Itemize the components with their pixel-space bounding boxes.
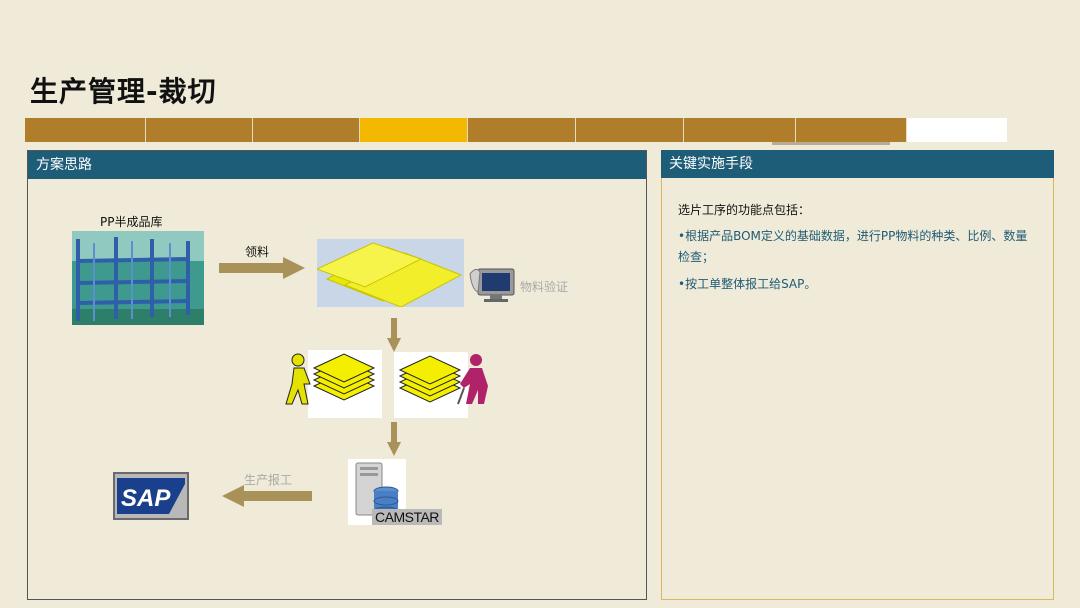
arrow-down-icon bbox=[387, 422, 401, 456]
progress-bar bbox=[25, 118, 1007, 142]
progress-segment bbox=[576, 118, 684, 142]
panel-header: 关键实施手段 bbox=[661, 150, 1054, 178]
arrow-left-icon bbox=[222, 485, 312, 507]
camstar-label: CAMSTAR bbox=[372, 509, 442, 525]
progress-segment bbox=[684, 118, 796, 142]
sap-logo-text: SAP bbox=[121, 485, 171, 512]
shelf-image bbox=[72, 231, 204, 325]
verify-label: 物料验证 bbox=[520, 280, 569, 294]
progress-segment bbox=[468, 118, 576, 142]
progress-underline bbox=[772, 142, 890, 145]
sap-logo: SAP bbox=[113, 472, 189, 520]
key-measures-panel: 关键实施手段 选片工序的功能点包括： •根据产品BOM定义的基础数据，进行PP物… bbox=[661, 150, 1054, 600]
progress-segment bbox=[146, 118, 253, 142]
progress-segment bbox=[253, 118, 360, 142]
progress-segment bbox=[796, 118, 907, 142]
pp-sheets-image bbox=[317, 239, 464, 307]
intro-text: 选片工序的功能点包括： bbox=[678, 203, 811, 217]
warehouse-label: PP半成品库 bbox=[100, 215, 163, 229]
sheet-stack-right-image bbox=[394, 352, 488, 418]
bullet-point: •根据产品BOM定义的基础数据，进行PP物料的种类、比例、数量检查； bbox=[678, 229, 1028, 264]
panel-header: 方案思路 bbox=[28, 151, 646, 179]
arrow-down-icon bbox=[387, 318, 401, 352]
progress-segment-active bbox=[360, 118, 468, 142]
page-title: 生产管理-裁切 bbox=[30, 75, 217, 108]
monitor-icon bbox=[469, 268, 515, 302]
progress-segment bbox=[25, 118, 146, 142]
sheet-stack-left-image bbox=[285, 350, 382, 418]
bullet-point: •按工单整体报工给SAP。 bbox=[678, 277, 817, 291]
person-icon bbox=[285, 353, 311, 405]
arrow-right-icon bbox=[219, 257, 305, 279]
progress-segment-empty bbox=[907, 118, 1007, 142]
